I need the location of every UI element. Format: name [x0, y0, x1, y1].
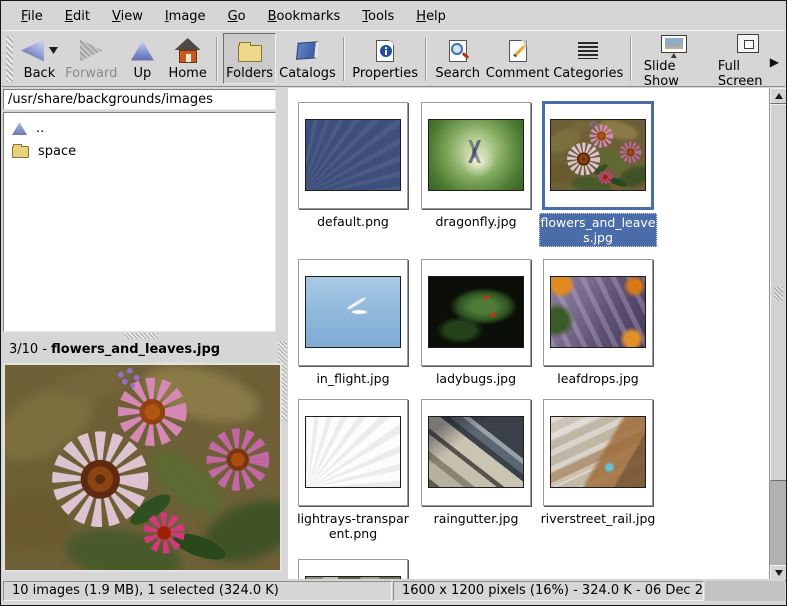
menu-help[interactable]: Help: [405, 5, 457, 28]
thumbnail-dragonfly[interactable]: dragonfly.jpg: [421, 102, 531, 209]
thumbnail-ladybugs[interactable]: ladybugs.jpg: [421, 259, 531, 366]
folder-item-space[interactable]: space: [4, 140, 275, 163]
selected-filename: flowers_and_leaves.jpg: [51, 342, 220, 357]
menu-tools[interactable]: Tools: [351, 5, 405, 28]
menu-image[interactable]: Image: [154, 5, 217, 28]
categories-list-icon: [578, 42, 598, 59]
up-directory-icon: [12, 122, 27, 135]
back-icon: [21, 40, 44, 62]
menu-file[interactable]: File: [10, 5, 54, 28]
projector-screen-icon: [661, 35, 687, 53]
scroll-up-arrow-icon: [775, 93, 783, 99]
comment-button[interactable]: Comment: [484, 33, 552, 84]
back-history-dropdown-icon[interactable]: [49, 47, 58, 54]
thumbnail-lightrays[interactable]: lightrays-transparent.png: [298, 399, 408, 506]
slideshow-button[interactable]: Slide Show: [637, 26, 711, 92]
thumbnail-raingutter[interactable]: raingutter.jpg: [421, 399, 531, 506]
properties-button[interactable]: Properties: [350, 33, 420, 84]
toolbar-drag-handle[interactable]: [6, 36, 13, 82]
toolbar-separator: [630, 37, 632, 81]
scrollbar-thumb[interactable]: [770, 104, 787, 481]
toolbar-separator: [216, 37, 218, 81]
thumbnail-partial[interactable]: [298, 559, 408, 581]
selection-info: 3/10 - flowers_and_leaves.jpg: [9, 339, 269, 361]
status-spare-area: [705, 581, 785, 601]
thumbnail-riverstreet-rail[interactable]: riverstreet_rail.jpg: [543, 399, 653, 506]
up-icon: [131, 41, 154, 61]
scroll-up-button[interactable]: [770, 88, 787, 104]
location-path-input[interactable]: [3, 89, 276, 110]
status-bar: 10 images (1.9 MB), 1 selected (324.0 K)…: [2, 579, 785, 604]
forward-icon: [80, 40, 103, 62]
info-document-icon: [376, 40, 394, 62]
up-button[interactable]: Up: [120, 33, 164, 84]
folders-toggle-button[interactable]: Folders: [223, 33, 277, 84]
folder-icon: [238, 45, 262, 62]
fullscreen-icon: [737, 34, 759, 53]
toolbar-overflow-arrow-icon[interactable]: ▶: [770, 55, 779, 69]
book-icon: [296, 41, 319, 59]
home-button[interactable]: Home: [164, 33, 211, 84]
menu-edit[interactable]: Edit: [54, 5, 101, 28]
menu-view[interactable]: View: [101, 5, 154, 28]
comment-pencil-icon: [509, 40, 527, 62]
menu-bookmarks[interactable]: Bookmarks: [257, 5, 352, 28]
status-images-summary: 10 images (1.9 MB), 1 selected (324.0 K): [3, 581, 392, 601]
toolbar: Back Forward Up Home Folders Catalogs Pr…: [2, 30, 785, 87]
categories-button[interactable]: Categories: [552, 33, 625, 84]
image-preview: [3, 363, 282, 572]
thumbnail-flowers-and-leaves[interactable]: flowers_and_leaves.jpg: [543, 102, 653, 209]
search-icon: [449, 40, 467, 62]
status-image-details: 1600 x 1200 pixels (16%) - 324.0 K - 06 …: [393, 581, 704, 601]
thumbnail-in-flight[interactable]: in_flight.jpg: [298, 259, 408, 366]
thumbnail-leafdrops[interactable]: leafdrops.jpg: [543, 259, 653, 366]
folder-list: .. space: [3, 112, 276, 332]
gthumb-window: File Edit View Image Go Bookmarks Tools …: [0, 0, 787, 606]
thumbnail-default[interactable]: default.png: [298, 102, 408, 209]
vertical-scrollbar[interactable]: [769, 88, 786, 581]
toolbar-separator: [425, 37, 427, 81]
toolbar-separator: [343, 37, 345, 81]
folder-icon: [12, 146, 29, 158]
scroll-down-arrow-icon: [775, 570, 783, 576]
folder-item-parent[interactable]: ..: [4, 117, 275, 140]
thumbnail-grid: default.png dragonfly.jpg flowers_and_le…: [288, 88, 769, 581]
search-button[interactable]: Search: [432, 33, 484, 84]
catalogs-button[interactable]: Catalogs: [276, 33, 338, 84]
home-icon: [175, 38, 201, 63]
menu-go[interactable]: Go: [217, 5, 257, 28]
back-button[interactable]: Back: [17, 33, 62, 84]
forward-button[interactable]: Forward: [62, 33, 120, 84]
